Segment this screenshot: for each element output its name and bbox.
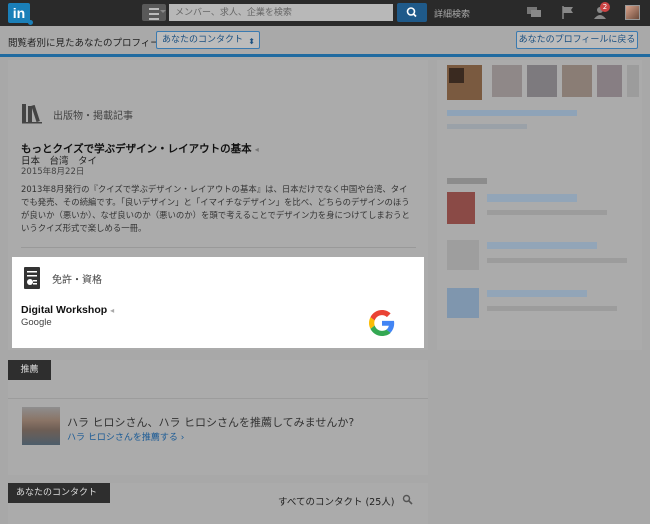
flag-icon[interactable] bbox=[560, 5, 576, 20]
chevron-updown-icon: ⬍ bbox=[248, 37, 255, 46]
recommend-prompt: ハラ ヒロシさん、ハラ ヒロシさんを推薦してみませんか? bbox=[67, 416, 355, 429]
linkedin-logo[interactable]: in bbox=[8, 3, 33, 25]
google-logo-icon bbox=[369, 310, 395, 336]
search-button[interactable] bbox=[397, 3, 427, 22]
avatar[interactable] bbox=[625, 5, 640, 20]
publications-heading: 出版物・掲載記事 bbox=[53, 111, 133, 122]
books-icon bbox=[22, 104, 42, 124]
viewer-label: 閲覧者別に見たあなたのプロフィール bbox=[8, 38, 170, 49]
publication-date: 2015年8月22日 bbox=[21, 167, 85, 177]
recommend-link[interactable]: ハラ ヒロシさんを推薦する › bbox=[67, 430, 184, 443]
recommendations-tag: 推薦 bbox=[8, 360, 51, 380]
top-nav: in 詳細検索 2 bbox=[0, 0, 650, 26]
search-icon[interactable] bbox=[402, 494, 413, 505]
contacts-tag: あなたのコンタクト bbox=[8, 483, 110, 503]
licenses-section: 免許・資格 Digital Workshop ◂ Google bbox=[12, 257, 424, 348]
search-input[interactable] bbox=[169, 4, 393, 21]
viewer-select-value: あなたのコンタクト bbox=[162, 35, 244, 45]
context-bar: 閲覧者別に見たあなたのプロフィール あなたのコンタクト ⬍ あなたのプロフィール… bbox=[0, 26, 650, 57]
license-name[interactable]: Digital Workshop ◂ bbox=[21, 304, 114, 316]
advanced-search-link[interactable]: 詳細検索 bbox=[434, 7, 470, 20]
divider bbox=[21, 247, 416, 248]
licenses-heading: 免許・資格 bbox=[52, 275, 102, 286]
avatar[interactable] bbox=[22, 407, 60, 445]
all-contacts-link[interactable]: すべてのコンタクト (25人) bbox=[278, 494, 394, 508]
publication-description: 2013年8月発行の『クイズで学ぶデザイン・レイアウトの基本』は、日本だけでなく… bbox=[21, 184, 410, 233]
search-icon bbox=[406, 7, 417, 18]
sidebar-blurred bbox=[437, 60, 642, 350]
divider bbox=[8, 398, 428, 399]
messages-icon[interactable] bbox=[526, 5, 542, 20]
viewer-select[interactable]: あなたのコンタクト ⬍ bbox=[156, 31, 260, 49]
menu-caret-icon bbox=[160, 10, 166, 13]
certificate-icon bbox=[24, 267, 40, 289]
back-to-profile-button[interactable]: あなたのプロフィールに戻る bbox=[516, 31, 638, 49]
notification-badge: 2 bbox=[600, 2, 610, 12]
license-issuer: Google bbox=[21, 317, 52, 328]
